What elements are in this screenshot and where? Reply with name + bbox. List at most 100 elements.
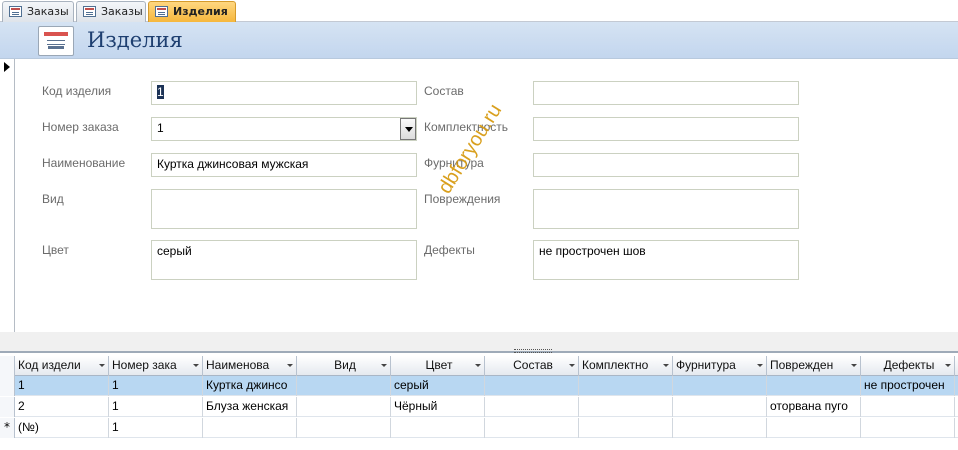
tab-orders-2[interactable]: Заказы	[76, 1, 146, 22]
column-header-completeness[interactable]: Комплектно	[579, 356, 673, 376]
datasheet: Код издели Номер зака Наименова Вид Цвет…	[0, 356, 958, 450]
column-header-name[interactable]: Наименова	[203, 356, 297, 376]
column-header-damages[interactable]: Поврежден	[767, 356, 861, 376]
order-number-value: 1	[157, 121, 164, 135]
column-header-product-code[interactable]: Код издели	[15, 356, 109, 376]
table-cell[interactable]	[767, 418, 861, 438]
row-selector[interactable]	[0, 397, 15, 417]
tab-orders-1[interactable]: Заказы	[2, 1, 74, 22]
table-cell[interactable]	[297, 376, 391, 396]
datasheet-header-row: Код издели Номер зака Наименова Вид Цвет…	[0, 356, 958, 376]
table-cell[interactable]: 1	[109, 397, 203, 417]
table-cell[interactable]	[485, 376, 579, 396]
damages-field[interactable]	[533, 189, 799, 229]
table-row[interactable]: 2 1 Блуза женская Чёрный оторвана пуго	[0, 397, 958, 417]
split-form-splitter[interactable]	[0, 332, 958, 353]
column-header-order-number[interactable]: Номер зака	[109, 356, 203, 376]
label-damages: Повреждения	[424, 192, 501, 206]
column-menu-icon[interactable]	[757, 364, 763, 367]
table-cell[interactable]	[673, 418, 767, 438]
table-cell[interactable]: не прострочен	[861, 376, 955, 396]
tab-label: Заказы	[27, 5, 69, 18]
defects-field[interactable]: не прострочен шов	[533, 240, 799, 280]
name-value: Куртка джинсовая мужская	[157, 157, 309, 171]
table-cell[interactable]	[673, 376, 767, 396]
color-value: серый	[157, 244, 192, 258]
table-cell[interactable]	[391, 418, 485, 438]
completeness-field[interactable]	[533, 117, 799, 141]
new-record-asterisk-icon[interactable]: *	[0, 418, 15, 438]
column-menu-icon[interactable]	[381, 364, 387, 367]
table-cell[interactable]: Блуза женская	[203, 397, 297, 417]
column-menu-icon[interactable]	[851, 364, 857, 367]
table-cell[interactable]	[203, 418, 297, 438]
table-cell[interactable]	[485, 397, 579, 417]
label-order-number: Номер заказа	[42, 120, 119, 134]
order-number-combo[interactable]: 1	[151, 117, 417, 141]
product-code-value: 1	[157, 85, 164, 99]
table-cell[interactable]	[579, 418, 673, 438]
table-cell[interactable]: 2	[15, 397, 109, 417]
table-cell[interactable]	[297, 397, 391, 417]
table-cell[interactable]	[485, 418, 579, 438]
column-menu-icon[interactable]	[945, 364, 951, 367]
column-menu-icon[interactable]	[99, 364, 105, 367]
form-title: Изделия	[87, 28, 183, 52]
column-menu-icon[interactable]	[663, 364, 669, 367]
column-header-fittings[interactable]: Фурнитура	[673, 356, 767, 376]
select-all-cell[interactable]	[0, 356, 15, 376]
label-type: Вид	[42, 192, 64, 206]
splitter-grip-icon[interactable]	[514, 349, 552, 353]
product-code-field[interactable]: 1	[151, 81, 417, 105]
form-header: Изделия	[0, 22, 958, 59]
form-icon	[155, 6, 168, 17]
label-product-code: Код изделия	[42, 84, 112, 98]
table-cell[interactable]	[861, 397, 955, 417]
table-cell[interactable]: серый	[391, 376, 485, 396]
fittings-field[interactable]	[533, 153, 799, 177]
chevron-down-icon[interactable]	[400, 118, 416, 140]
table-cell[interactable]	[673, 397, 767, 417]
composition-field[interactable]	[533, 81, 799, 105]
table-cell[interactable]: оторвана пуго	[767, 397, 861, 417]
defects-value: не прострочен шов	[539, 244, 646, 258]
name-field[interactable]: Куртка джинсовая мужская	[151, 153, 417, 177]
table-cell[interactable]	[297, 418, 391, 438]
table-cell[interactable]	[579, 376, 673, 396]
column-menu-icon[interactable]	[569, 364, 575, 367]
table-cell[interactable]	[861, 418, 955, 438]
table-cell[interactable]	[579, 397, 673, 417]
document-tab-bar: Заказы Заказы Изделия	[0, 0, 958, 22]
column-header-color[interactable]: Цвет	[391, 356, 485, 376]
table-cell[interactable]: Чёрный	[391, 397, 485, 417]
column-header-composition[interactable]: Состав	[485, 356, 579, 376]
column-header-defects[interactable]: Дефекты	[861, 356, 955, 376]
record-selector[interactable]	[0, 59, 15, 332]
tab-label: Заказы	[101, 5, 143, 18]
table-cell[interactable]: 1	[109, 418, 203, 438]
table-row[interactable]: 1 1 Куртка джинсо серый не прострочен	[0, 376, 958, 396]
table-cell[interactable]: (№)	[15, 418, 109, 438]
column-header-type[interactable]: Вид	[297, 356, 391, 376]
column-menu-icon[interactable]	[287, 364, 293, 367]
table-cell[interactable]: 1	[109, 376, 203, 396]
tab-label: Изделия	[173, 5, 228, 18]
label-name: Наименование	[42, 156, 126, 170]
label-composition: Состав	[424, 84, 464, 98]
table-cell[interactable]	[767, 376, 861, 396]
column-menu-icon[interactable]	[193, 364, 199, 367]
label-color: Цвет	[42, 243, 69, 257]
column-menu-icon[interactable]	[475, 364, 481, 367]
row-selector[interactable]	[0, 376, 15, 396]
type-field[interactable]	[151, 189, 417, 229]
new-record-row[interactable]: * (№) 1	[0, 418, 958, 438]
color-field[interactable]: серый	[151, 240, 417, 280]
tab-products[interactable]: Изделия	[148, 1, 236, 22]
form-icon	[83, 6, 96, 17]
form-icon	[9, 6, 22, 17]
current-record-arrow-icon	[4, 62, 10, 72]
table-cell[interactable]: 1	[15, 376, 109, 396]
form-logo-icon	[38, 26, 74, 56]
label-defects: Дефекты	[424, 243, 475, 257]
table-cell[interactable]: Куртка джинсо	[203, 376, 297, 396]
